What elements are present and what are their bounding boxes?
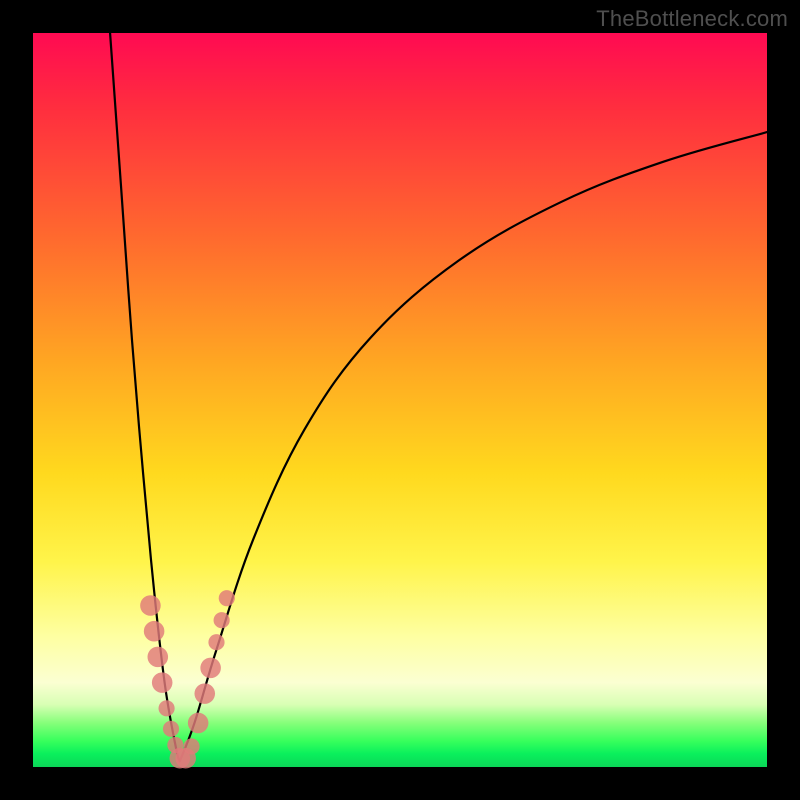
data-marker bbox=[214, 612, 230, 628]
data-marker bbox=[208, 634, 224, 650]
data-markers-group bbox=[140, 590, 235, 768]
data-marker bbox=[200, 658, 221, 679]
curve-right-branch bbox=[180, 132, 767, 761]
data-marker bbox=[163, 721, 179, 737]
curve-left-branch bbox=[110, 33, 180, 761]
data-marker bbox=[140, 595, 161, 616]
data-marker bbox=[152, 672, 173, 693]
data-marker bbox=[148, 647, 169, 668]
data-marker bbox=[194, 683, 215, 704]
data-marker bbox=[144, 621, 165, 642]
data-marker bbox=[188, 713, 209, 734]
chart-frame: TheBottleneck.com bbox=[0, 0, 800, 800]
watermark-text: TheBottleneck.com bbox=[596, 6, 788, 32]
data-marker bbox=[159, 700, 175, 716]
data-marker bbox=[219, 590, 235, 606]
chart-overlay-svg bbox=[33, 33, 767, 767]
data-marker bbox=[183, 738, 199, 754]
